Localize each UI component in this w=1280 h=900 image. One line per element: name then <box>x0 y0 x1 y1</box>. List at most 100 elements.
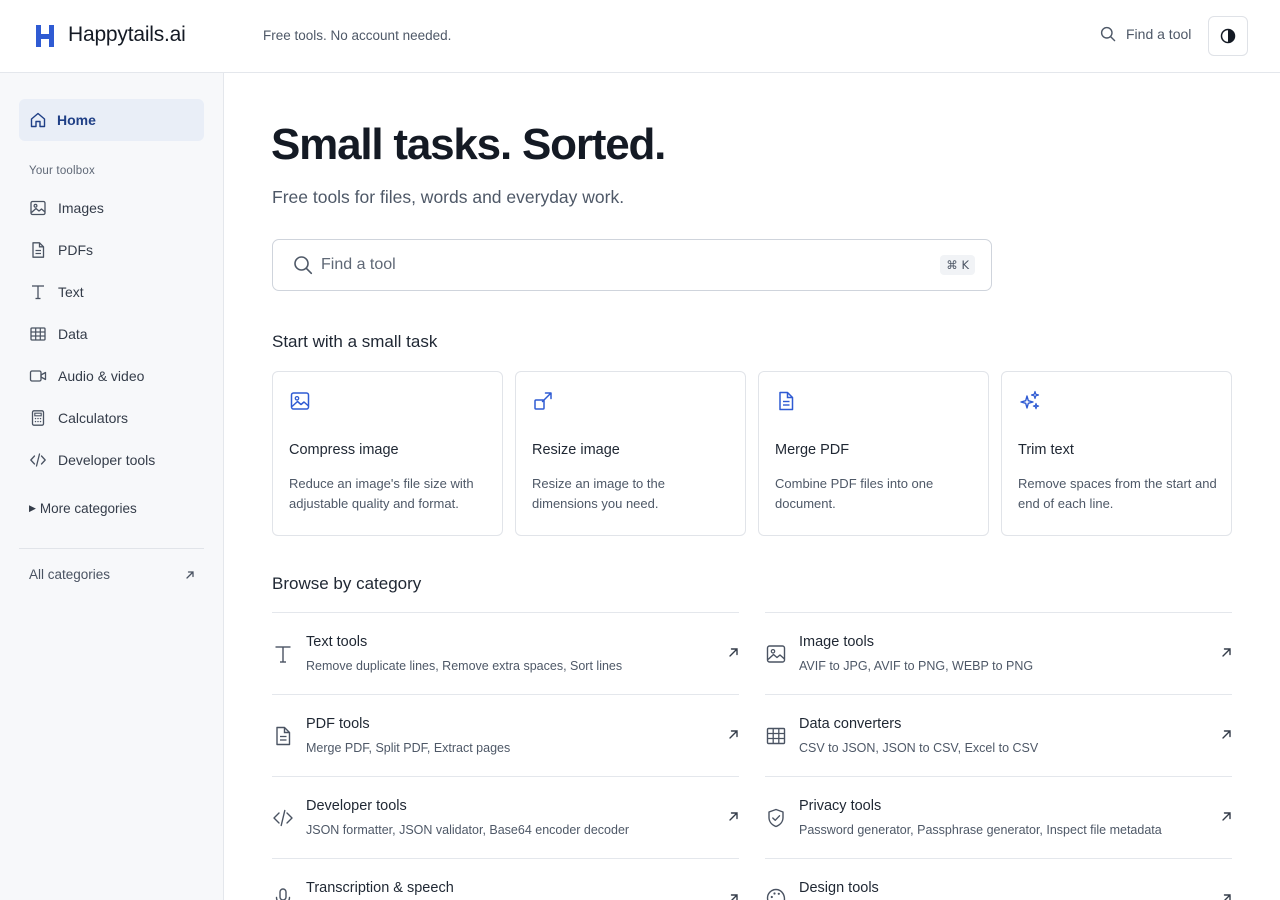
task-card-trim-text[interactable]: Trim text Remove spaces from the start a… <box>1001 371 1232 536</box>
header-search-label: Find a tool <box>1126 26 1192 42</box>
all-categories-label: All categories <box>29 567 111 582</box>
category-title: PDF tools <box>306 716 370 732</box>
sidebar: Home Your toolbox Images PDFs Text Data … <box>0 73 224 900</box>
sidebar-item-label: Calculators <box>58 410 129 426</box>
document-icon <box>29 241 47 259</box>
more-categories-label: More categories <box>39 501 137 516</box>
header-tagline: Free tools. No account needed. <box>263 28 452 43</box>
category-row-transcription-speech[interactable]: Transcription & speech <box>272 858 739 900</box>
browse-section-title: Browse by category <box>272 574 422 593</box>
document-icon <box>272 725 294 747</box>
document-icon <box>775 390 797 412</box>
category-row-design-tools[interactable]: Design tools <box>765 858 1232 900</box>
caret-right-icon: ▶ <box>29 503 36 513</box>
task-card-description: Remove spaces from the start and end of … <box>1018 476 1217 511</box>
arrow-up-right-icon <box>1221 893 1232 900</box>
category-title: Developer tools <box>306 798 407 814</box>
sparkles-icon <box>1018 390 1042 412</box>
image-icon <box>289 390 311 412</box>
category-row-developer-tools[interactable]: Developer tools JSON formatter, JSON val… <box>272 776 739 858</box>
category-title: Text tools <box>306 634 368 650</box>
arrow-up-right-icon <box>728 647 739 658</box>
logo[interactable]: Happytails.ai <box>35 23 186 48</box>
sidebar-item-label: Images <box>58 200 104 216</box>
palette-icon <box>765 887 787 900</box>
sidebar-item-label: PDFs <box>58 242 93 258</box>
category-row-image-tools[interactable]: Image tools AVIF to JPG, AVIF to PNG, WE… <box>765 612 1232 694</box>
home-icon <box>29 111 47 129</box>
category-row-pdf-tools[interactable]: PDF tools Merge PDF, Split PDF, Extract … <box>272 694 739 776</box>
sidebar-item-label: Developer tools <box>58 452 156 468</box>
task-card-compress-image[interactable]: Compress image Reduce an image's file si… <box>272 371 503 536</box>
search-input[interactable]: Find a tool ⌘ K <box>272 239 992 291</box>
task-card-title: Resize image <box>532 442 620 458</box>
arrow-up-right-icon <box>185 570 195 580</box>
arrow-up-right-icon <box>1221 647 1232 658</box>
category-title: Data converters <box>799 716 902 732</box>
category-row-text-tools[interactable]: Text tools Remove duplicate lines, Remov… <box>272 612 739 694</box>
sidebar-group-label: Your toolbox <box>29 165 95 177</box>
keyboard-shortcut-badge: ⌘ K <box>940 255 975 275</box>
category-row-data-converters[interactable]: Data converters CSV to JSON, JSON to CSV… <box>765 694 1232 776</box>
code-icon <box>272 807 294 829</box>
code-icon <box>29 451 47 469</box>
header-search-button[interactable]: Find a tool <box>1100 26 1191 42</box>
sidebar-item-pdfs[interactable]: PDFs <box>19 232 204 268</box>
category-title: Privacy tools <box>799 798 882 814</box>
tasks-section-title: Start with a small task <box>272 332 438 351</box>
table-icon <box>765 725 787 747</box>
task-card-title: Trim text <box>1018 442 1074 458</box>
search-icon <box>293 255 313 275</box>
category-examples: Password generator, Passphrase generator… <box>799 823 1162 837</box>
task-card-description: Resize an image to the dimensions you ne… <box>532 476 665 511</box>
sidebar-item-audio-video[interactable]: Audio & video <box>19 358 204 394</box>
video-icon <box>29 367 47 385</box>
category-examples: Merge PDF, Split PDF, Extract pages <box>306 741 511 755</box>
page-subtitle: Free tools for files, words and everyday… <box>272 187 625 207</box>
category-title: Transcription & speech <box>306 880 454 896</box>
category-title: Design tools <box>799 880 879 896</box>
table-icon <box>29 325 47 343</box>
task-card-title: Merge PDF <box>775 442 850 458</box>
category-row-privacy-tools[interactable]: Privacy tools Password generator, Passph… <box>765 776 1232 858</box>
category-examples: AVIF to JPG, AVIF to PNG, WEBP to PNG <box>799 659 1034 673</box>
contrast-icon <box>1220 28 1236 44</box>
sidebar-item-text[interactable]: Text <box>19 274 204 310</box>
text-icon <box>272 643 294 665</box>
category-examples: Remove duplicate lines, Remove extra spa… <box>306 659 623 673</box>
more-categories-toggle[interactable]: ▶ More categories <box>29 501 137 516</box>
sidebar-item-data[interactable]: Data <box>19 316 204 352</box>
calculator-icon <box>29 409 47 427</box>
sidebar-item-label: Data <box>58 326 88 342</box>
page-title: Small tasks. Sorted. <box>271 120 666 169</box>
search-placeholder: Find a tool <box>321 256 396 273</box>
logo-text: Happytails.ai <box>68 23 186 46</box>
arrow-up-right-icon <box>1221 729 1232 740</box>
all-categories-link[interactable]: All categories <box>29 567 195 582</box>
sidebar-item-label: Audio & video <box>58 368 145 384</box>
logo-h-icon <box>35 24 55 48</box>
sidebar-item-label: Home <box>57 112 96 128</box>
top-header: Happytails.ai Free tools. No account nee… <box>0 0 1280 73</box>
category-examples: JSON formatter, JSON validator, Base64 e… <box>306 823 630 837</box>
task-card-description: Combine PDF files into one document. <box>775 476 934 511</box>
image-icon <box>765 643 787 665</box>
theme-toggle-button[interactable] <box>1208 16 1248 56</box>
arrow-up-right-icon <box>728 729 739 740</box>
arrow-up-right-icon <box>1221 811 1232 822</box>
task-card-resize-image[interactable]: Resize image Resize an image to the dime… <box>515 371 746 536</box>
sidebar-item-images[interactable]: Images <box>19 190 204 226</box>
arrow-up-right-icon <box>728 811 739 822</box>
sidebar-item-home[interactable]: Home <box>19 99 204 141</box>
microphone-icon <box>272 887 294 900</box>
image-icon <box>29 199 47 217</box>
search-icon <box>1100 26 1116 42</box>
task-card-description: Reduce an image's file size with adjusta… <box>289 476 474 511</box>
resize-icon <box>532 390 554 412</box>
sidebar-item-calculators[interactable]: Calculators <box>19 400 204 436</box>
task-card-title: Compress image <box>289 442 399 458</box>
shield-check-icon <box>765 807 787 829</box>
sidebar-divider <box>19 548 204 549</box>
task-card-merge-pdf[interactable]: Merge PDF Combine PDF files into one doc… <box>758 371 989 536</box>
sidebar-item-developer-tools[interactable]: Developer tools <box>19 442 204 478</box>
